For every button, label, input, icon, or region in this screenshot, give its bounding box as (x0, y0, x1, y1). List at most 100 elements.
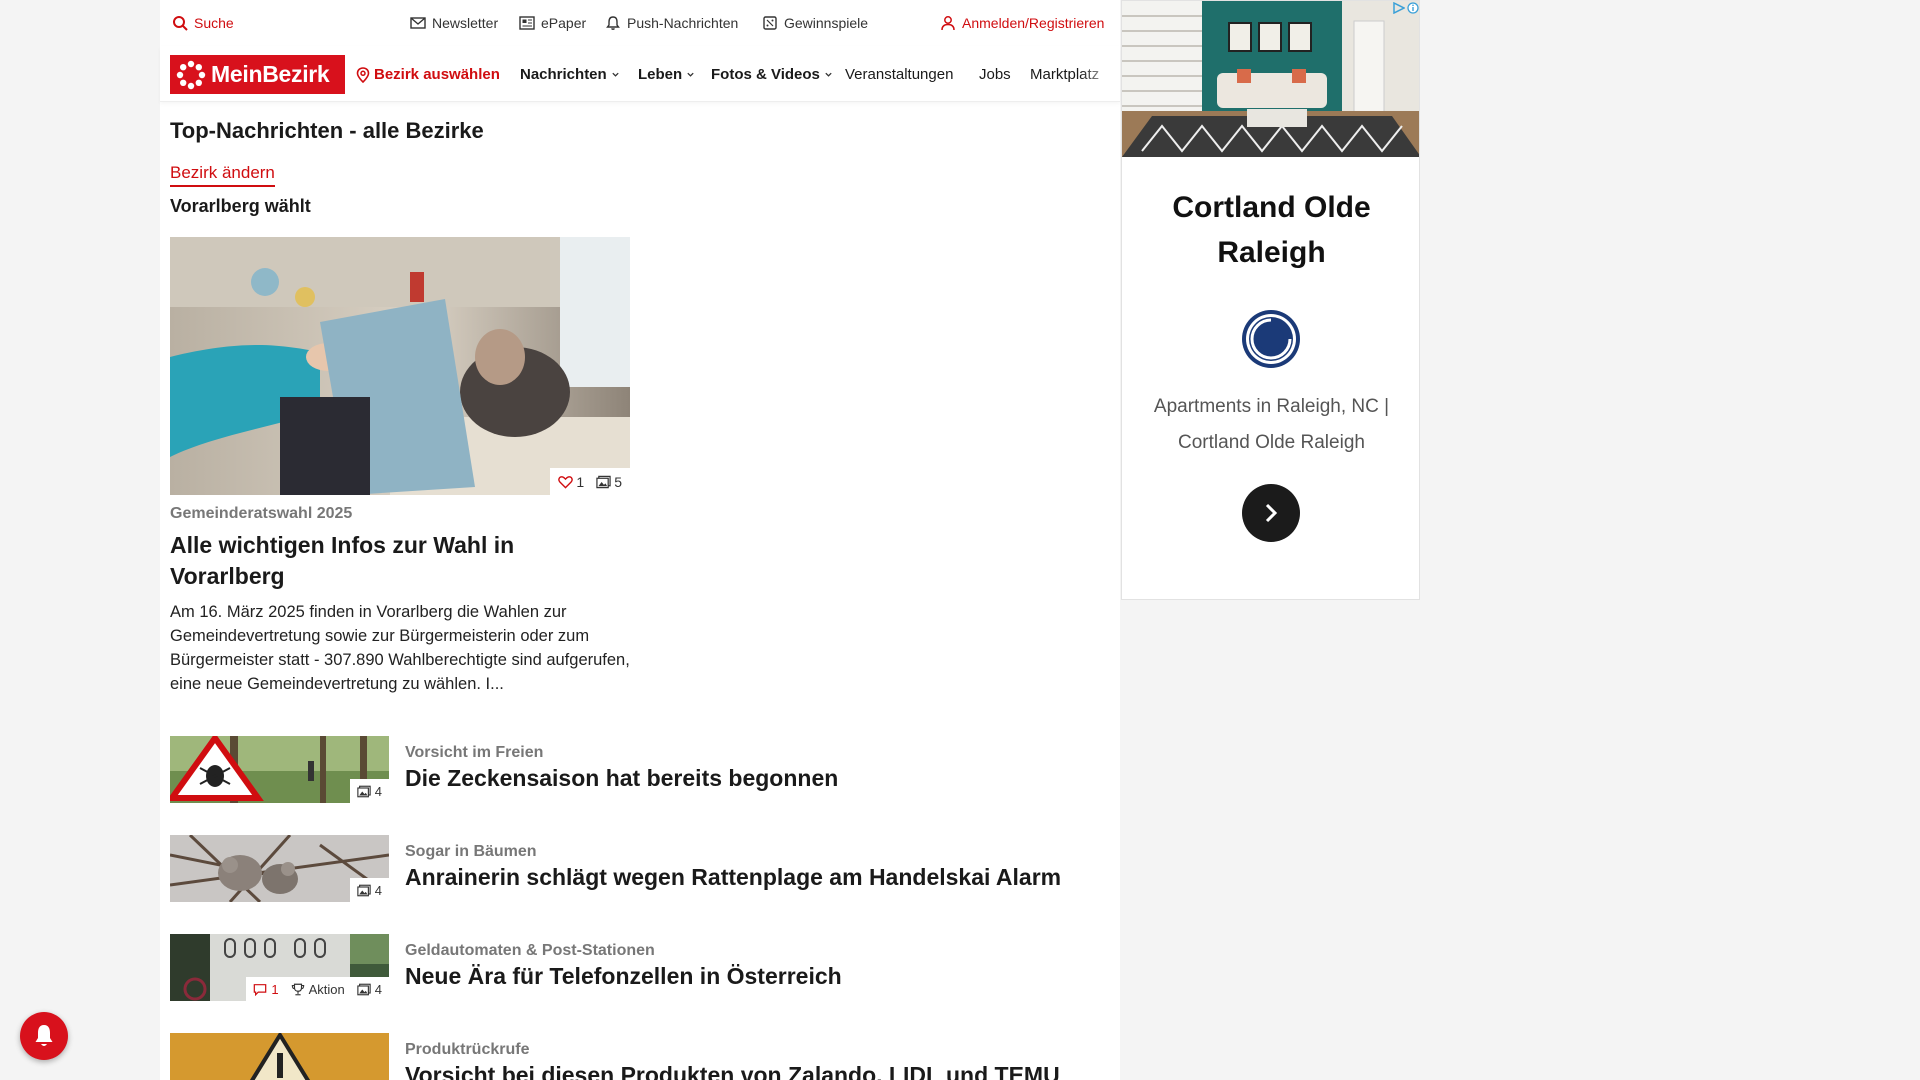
article-kicker: Produktrückrufe (405, 1041, 530, 1058)
comment-icon (254, 983, 267, 996)
page-title: Top-Nachrichten - alle Bezirke (170, 118, 484, 143)
hero-media-badge: 1 5 (550, 468, 630, 495)
article-thumbnail[interactable] (170, 1033, 389, 1080)
hero-teaser: Am 16. März 2025 finden in Vorarlberg di… (170, 603, 630, 693)
nav-item-jobs[interactable]: Jobs (979, 66, 1011, 83)
likes-value: 1 (576, 473, 585, 490)
epaper-link[interactable]: ePaper (519, 15, 586, 31)
contests-label: Gewinnspiele (784, 15, 869, 31)
article-row[interactable]: 1 Aktion 4 Geldautomaten & Post-Statione… (170, 934, 1110, 1002)
login-label: Anmelden/Registrieren (962, 15, 1105, 31)
nav-item-label: Leben (638, 66, 683, 83)
nav-item-leben[interactable]: Leben (638, 66, 695, 83)
login-link[interactable]: Anmelden/Registrieren (940, 15, 1104, 31)
heart-icon (558, 475, 574, 489)
chevron-right-icon (1265, 503, 1278, 523)
nav-item-label: Fotos & Videos (711, 66, 820, 83)
hero-kicker: Gemeinderatswahl 2025 (170, 505, 353, 522)
nav-item-veranstaltungen[interactable]: Veranstaltungen (845, 66, 953, 83)
article-title[interactable]: Die Zeckensaison hat bereits begonnen (405, 765, 838, 792)
images-value: 4 (374, 882, 382, 898)
gift-icon (763, 16, 777, 30)
info-icon (1407, 2, 1419, 14)
select-district-label: Bezirk auswählen (374, 66, 500, 83)
article-row[interactable]: 4 Vorsicht im Freien Die Zeckensaison ha… (170, 736, 1110, 804)
chevron-down-icon (687, 72, 694, 77)
article-thumbnail[interactable]: 1 Aktion 4 (170, 934, 389, 1001)
trophy-icon (291, 983, 304, 995)
article-thumbnail[interactable]: 4 (170, 835, 389, 902)
hero-image[interactable]: 1 5 (170, 237, 630, 495)
mail-icon (410, 17, 426, 29)
likes-count: 1 (558, 474, 584, 490)
main-navigation: MeinBezirk Bezirk auswählen Nachrichten … (160, 46, 1120, 102)
article-kicker: Geldautomaten & Post-Stationen (405, 942, 655, 959)
adchoices-icon (1393, 2, 1405, 14)
comments-count: 1 (253, 981, 279, 997)
article-row[interactable]: 4 Sogar in Bäumen Anrainerin schlägt weg… (170, 835, 1110, 903)
images-count: 4 (357, 982, 382, 997)
push-label: Push-Nachrichten (627, 15, 739, 31)
article-title[interactable]: Anrainerin schlägt wegen Rattenplage am … (405, 864, 1061, 891)
newsletter-label: Newsletter (432, 15, 499, 31)
comments-value: 1 (271, 981, 279, 997)
chevron-down-icon (825, 72, 832, 77)
epaper-label: ePaper (541, 15, 587, 31)
push-link[interactable]: Push-Nachrichten (605, 15, 738, 31)
nav-item-fotos-videos[interactable]: Fotos & Videos (711, 66, 833, 83)
chevron-down-icon (612, 72, 619, 77)
contests-link[interactable]: Gewinnspiele (762, 15, 868, 31)
ad-title[interactable]: Cortland Olde Raleigh (1122, 185, 1419, 275)
nav-item-nachrichten[interactable]: Nachrichten (520, 66, 620, 83)
site-logo[interactable]: MeinBezirk (170, 55, 345, 94)
search-icon (173, 16, 188, 31)
newsletter-link[interactable]: Newsletter (410, 15, 498, 31)
living-room-photo (1122, 1, 1419, 157)
advertisement[interactable]: Cortland Olde Raleigh Apartments in Rale… (1121, 0, 1420, 600)
images-value: 4 (374, 783, 382, 799)
bell-icon (35, 1025, 53, 1046)
advertiser-logo-icon (1242, 310, 1300, 368)
section-heading: Vorarlberg wählt (170, 196, 311, 216)
ballot-photo (170, 237, 630, 495)
select-district-button[interactable]: Bezirk auswählen (356, 66, 500, 83)
images-count: 5 (596, 474, 622, 490)
article-thumbnail[interactable]: 4 (170, 736, 389, 803)
article-kicker: Vorsicht im Freien (405, 744, 544, 761)
ad-choices[interactable] (1393, 2, 1419, 14)
logo-flower-icon (176, 60, 206, 89)
thumb-media-badge: 1 Aktion 4 (246, 977, 389, 1001)
location-pin-icon (356, 66, 370, 83)
ad-image[interactable] (1122, 1, 1419, 157)
article-title[interactable]: Neue Ära für Telefonzellen in Österreich (405, 963, 842, 990)
images-value: 4 (374, 981, 382, 997)
nav-item-label: Jobs (979, 66, 1011, 83)
images-value: 5 (614, 473, 622, 490)
action-tag: Aktion (291, 982, 345, 997)
article-title[interactable]: Vorsicht bei diesen Produkten von Zaland… (405, 1062, 1060, 1080)
bell-icon (606, 16, 620, 30)
images-count: 4 (357, 883, 382, 898)
article-row[interactable]: Produktrückrufe Vorsicht bei diesen Prod… (170, 1033, 1110, 1080)
change-district-link[interactable]: Bezirk ändern (170, 163, 275, 187)
page-container: Suche Newsletter ePaper Push-Nachrichten… (160, 0, 1120, 1080)
hero-title[interactable]: Alle wichtigen Infos zur Wahl in Vorarlb… (170, 530, 630, 592)
thumb-media-badge: 4 (349, 878, 389, 902)
search-link[interactable]: Suche (172, 15, 234, 31)
push-notification-button[interactable] (20, 1012, 68, 1060)
action-label: Aktion (308, 981, 345, 997)
search-label: Suche (194, 15, 234, 31)
utility-bar: Suche Newsletter ePaper Push-Nachrichten… (160, 0, 1120, 46)
ad-description: Apartments in Raleigh, NC | Cortland Old… (1153, 396, 1390, 453)
nav-item-label: Veranstaltungen (845, 66, 954, 83)
gallery-icon (596, 475, 611, 488)
nav-overflow-fade (1080, 56, 1120, 96)
warning-sign-photo (170, 1033, 389, 1080)
user-icon (941, 16, 955, 31)
thumb-media-badge: 4 (349, 779, 389, 803)
logo-text: MeinBezirk (211, 61, 330, 87)
gallery-icon (357, 983, 371, 995)
newspaper-icon (519, 16, 535, 30)
ad-open-button[interactable] (1242, 484, 1300, 542)
gallery-icon (357, 785, 371, 797)
